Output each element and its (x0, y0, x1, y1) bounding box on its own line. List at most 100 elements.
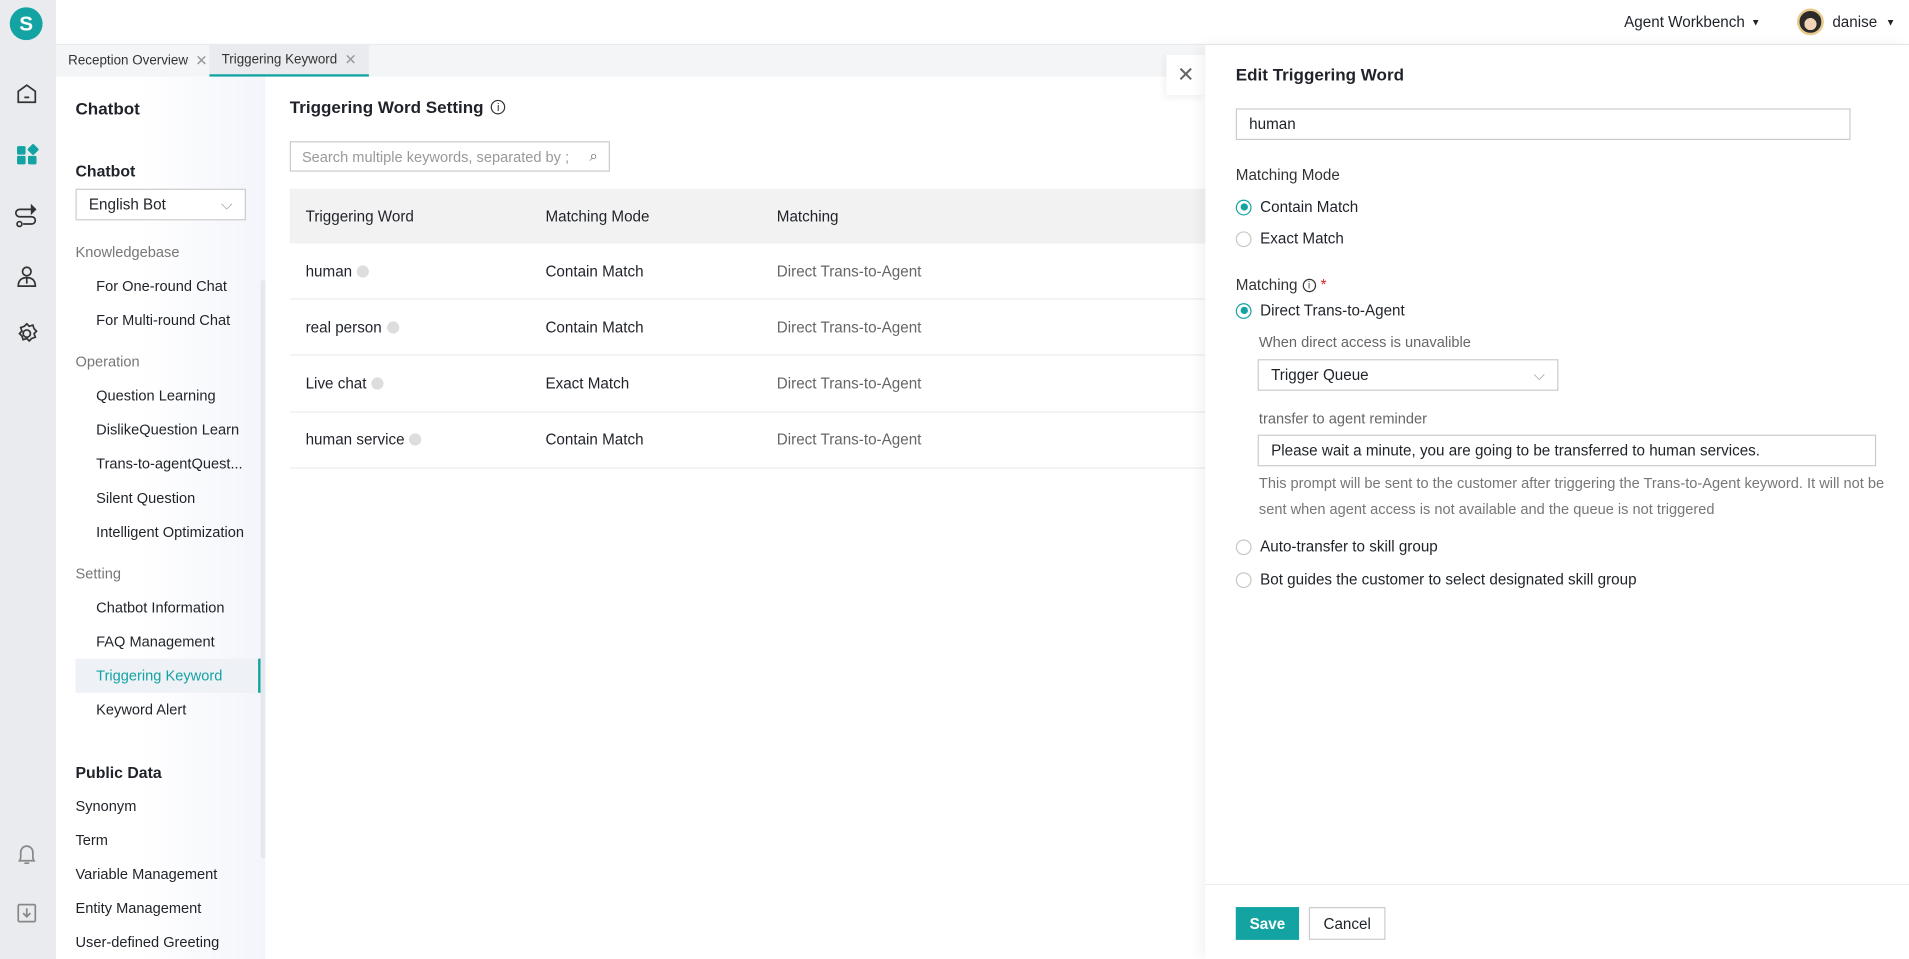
table-row[interactable]: Live chat Exact Match Direct Trans-to-Ag… (289, 356, 1206, 413)
user-menu[interactable]: danise ▼ (1797, 8, 1896, 36)
home-icon[interactable] (13, 80, 40, 107)
table-row[interactable]: human service Contain Match Direct Trans… (289, 413, 1206, 469)
select-value: Trigger Queue (1271, 366, 1369, 384)
unavailable-select[interactable]: Trigger Queue ⌵ (1257, 359, 1559, 391)
sidebar-item[interactable]: Entity Management (75, 900, 201, 917)
sidebar-item[interactable]: For Multi-round Chat (96, 312, 230, 329)
table-row[interactable]: real person Contain Match Direct Trans-t… (289, 300, 1206, 356)
radio-label: Direct Trans-to-Agent (1260, 301, 1405, 319)
cell-mode: Exact Match (545, 375, 630, 393)
radio-exact-match[interactable]: Exact Match (1235, 230, 1344, 248)
input-value: human (1249, 115, 1296, 133)
sidebar-item[interactable]: Term (75, 832, 107, 849)
unavailable-label: When direct access is unavalible (1258, 333, 1471, 351)
tab-reception-overview[interactable]: Reception Overview ✕ (56, 45, 220, 77)
search-icon[interactable]: ⌕ (590, 147, 598, 165)
input-value: Please wait a minute, you are going to b… (1271, 441, 1761, 459)
reminder-input[interactable]: Please wait a minute, you are going to b… (1257, 434, 1877, 467)
tab-triggering-keyword[interactable]: Triggering Keyword ✕ (209, 45, 369, 77)
radio-direct-trans-to-agent[interactable]: Direct Trans-to-Agent (1235, 301, 1405, 319)
user-name: danise (1832, 13, 1878, 31)
chatbot-label: Chatbot (75, 161, 136, 181)
radio-contain-match[interactable]: Contain Match (1235, 198, 1358, 215)
group-label: Knowledgebase (75, 243, 180, 261)
cell-matching: Direct Trans-to-Agent (776, 375, 922, 393)
close-icon[interactable]: ✕ (195, 52, 207, 69)
radio-label: Auto-transfer to skill group (1260, 538, 1438, 556)
sidebar: Chatbot Chatbot English Bot ⌵ Knowledgeba… (56, 76, 266, 959)
more-icon[interactable] (371, 377, 384, 390)
flow-icon[interactable] (13, 202, 40, 229)
cancel-button[interactable]: Cancel (1308, 907, 1386, 940)
info-icon[interactable]: i (490, 99, 506, 115)
sidebar-item[interactable]: FAQ Management (96, 633, 215, 650)
cell-matching: Direct Trans-to-Agent (776, 318, 922, 336)
reminder-hint: This prompt will be sent to the customer… (1258, 474, 1885, 518)
triggering-word-input[interactable]: human (1235, 108, 1851, 141)
select-value: English Bot (88, 196, 166, 214)
gear-icon[interactable] (13, 320, 40, 347)
cell-word: real person (306, 319, 399, 336)
sidebar-item[interactable]: DislikeQuestion Learn (96, 421, 239, 438)
search-placeholder: Search multiple keywords, separated by ; (301, 147, 570, 165)
main-content: Triggering Word Setting i Search multiple… (265, 76, 1206, 959)
chevron-down-icon: ⌵ (220, 195, 233, 213)
sidebar-item[interactable]: Synonym (75, 797, 136, 814)
sidebar-title: Chatbot (75, 98, 140, 119)
more-icon[interactable] (386, 321, 399, 334)
radio-bot-guides[interactable]: Bot guides the customer to select design… (1235, 571, 1637, 588)
sidebar-item[interactable]: Trans-to-agentQuest... (96, 455, 242, 472)
sidebar-item[interactable]: Intelligent Optimization (96, 524, 244, 541)
caret-down-icon: ▼ (1885, 16, 1896, 28)
search-input[interactable]: Search multiple keywords, separated by ;… (289, 141, 610, 172)
apps-icon[interactable] (13, 141, 40, 168)
tab-label: Reception Overview (68, 53, 189, 69)
tab-bar: Reception Overview ✕ Triggering Keyword ✕ (56, 45, 1206, 77)
edit-drawer: Edit Triggering Word human Matching Mode… (1205, 45, 1909, 959)
workbench-menu[interactable]: Agent Workbench ▼ (1624, 13, 1760, 30)
group-label: Setting (75, 564, 121, 582)
sidebar-item[interactable]: For One-round Chat (96, 278, 227, 295)
caret-down-icon: ▼ (1750, 16, 1761, 28)
sidebar-item[interactable]: User-defined Greeting (75, 934, 219, 951)
cell-word: human (306, 262, 370, 279)
column-header: Triggering Word (305, 207, 414, 225)
word-text: real person (305, 318, 382, 336)
sidebar-item[interactable]: Chatbot Information (96, 599, 224, 616)
left-rail: S (0, 0, 57, 959)
download-icon[interactable] (13, 900, 40, 927)
agent-icon[interactable] (13, 263, 40, 290)
save-button[interactable]: Save (1235, 907, 1300, 940)
close-icon: ✕ (1177, 62, 1195, 86)
info-icon[interactable]: i (1302, 278, 1316, 292)
cell-mode: Contain Match (545, 431, 644, 449)
matching-label-text: Matching (1235, 276, 1298, 294)
radio-unchecked-icon (1235, 230, 1252, 247)
cell-mode: Contain Match (545, 262, 644, 280)
cell-word: human service (306, 431, 422, 449)
tab-label: Triggering Keyword (221, 52, 338, 67)
sidebar-item[interactable]: Question Learning (96, 387, 215, 404)
close-icon[interactable]: ✕ (345, 51, 357, 68)
drawer-footer: Save Cancel (1205, 883, 1909, 959)
cell-mode: Contain Match (545, 318, 644, 336)
column-header: Matching (776, 207, 839, 225)
bell-icon[interactable] (13, 840, 40, 867)
radio-unchecked-icon (1235, 538, 1252, 555)
page-title-text: Triggering Word Setting (289, 97, 484, 117)
sidebar-item-triggering-keyword[interactable]: Triggering Keyword (96, 667, 222, 684)
app-logo: S (9, 7, 43, 41)
more-icon[interactable] (357, 264, 370, 277)
sidebar-item[interactable]: Variable Management (75, 866, 217, 883)
workbench-label: Agent Workbench (1624, 13, 1745, 31)
matching-label: Matching i * (1236, 276, 1327, 293)
close-drawer-button[interactable]: ✕ (1166, 54, 1206, 95)
table-row[interactable]: human Contain Match Direct Trans-to-Agen… (289, 244, 1206, 300)
radio-label: Exact Match (1260, 230, 1344, 248)
radio-auto-transfer[interactable]: Auto-transfer to skill group (1235, 538, 1438, 556)
sidebar-item[interactable]: Keyword Alert (96, 701, 186, 718)
chatbot-select[interactable]: English Bot ⌵ (75, 188, 246, 221)
sidebar-item[interactable]: Silent Question (96, 489, 195, 506)
more-icon[interactable] (409, 433, 422, 447)
word-text: Live chat (305, 375, 367, 393)
